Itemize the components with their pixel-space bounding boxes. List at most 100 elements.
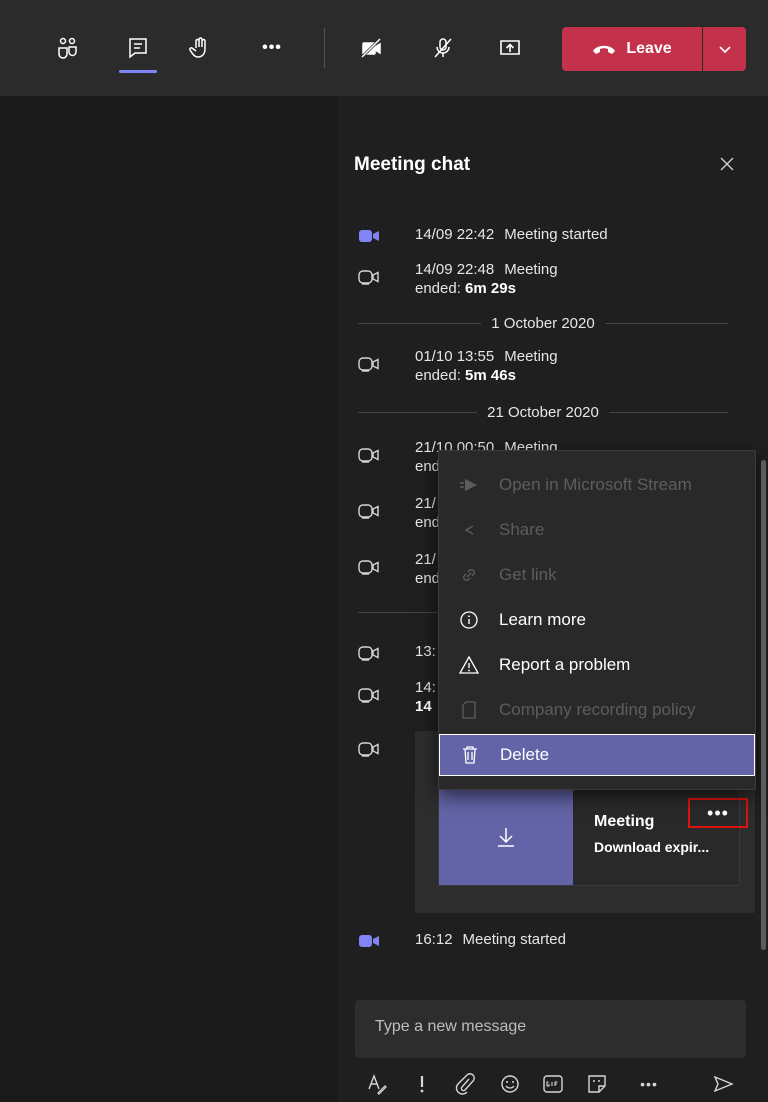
event-text: Meeting started bbox=[504, 226, 608, 243]
emoji-button[interactable] bbox=[497, 1071, 523, 1097]
link-icon bbox=[463, 569, 475, 581]
emoji-icon bbox=[501, 1075, 519, 1093]
paperclip-icon bbox=[455, 1073, 475, 1095]
event-text-cont: ended: bbox=[415, 367, 466, 384]
more-compose-options-button[interactable]: ••• bbox=[636, 1071, 662, 1097]
event-duration: 5m 46s bbox=[465, 367, 516, 384]
menu-item-label: Report a problem bbox=[499, 655, 631, 674]
menu-item-label: Get link bbox=[499, 565, 557, 584]
date-separator-label: 21 October 2020 bbox=[487, 403, 599, 421]
hang-up-icon bbox=[593, 45, 616, 54]
people-button[interactable] bbox=[48, 28, 88, 68]
leave-button[interactable]: Leave bbox=[562, 27, 702, 71]
event-time: 13: bbox=[415, 643, 436, 660]
event-time: 14: bbox=[415, 679, 436, 696]
gif-button[interactable] bbox=[540, 1071, 566, 1097]
event-text: Meeting bbox=[504, 348, 558, 365]
event-text: Meeting bbox=[504, 261, 558, 278]
meeting-ended-icon bbox=[358, 560, 379, 575]
chat-scrollbar[interactable] bbox=[761, 460, 766, 950]
info-icon bbox=[460, 611, 478, 629]
chat-icon bbox=[129, 38, 147, 59]
camera-off-icon bbox=[360, 37, 382, 59]
exclamation-icon bbox=[420, 1076, 424, 1093]
share-screen-icon bbox=[500, 40, 520, 55]
event-time: 01/10 13:55 bbox=[415, 348, 495, 365]
send-icon bbox=[713, 1075, 734, 1093]
close-icon bbox=[720, 157, 734, 171]
meeting-toolbar: ••• Leave bbox=[0, 0, 768, 96]
sticker-button[interactable] bbox=[584, 1071, 610, 1097]
recording-more-options-button[interactable]: ••• bbox=[688, 798, 748, 828]
menu-item-get-link[interactable]: Get link bbox=[439, 553, 755, 597]
menu-item-label: Share bbox=[499, 520, 545, 539]
date-separator-line bbox=[358, 612, 438, 613]
message-input[interactable] bbox=[375, 1018, 715, 1036]
priority-button[interactable] bbox=[409, 1071, 435, 1097]
menu-item-recording-policy[interactable]: Company recording policy bbox=[439, 688, 755, 732]
hand-icon bbox=[189, 37, 206, 58]
menu-item-report-problem[interactable]: Report a problem bbox=[439, 643, 755, 687]
sticker-icon bbox=[588, 1075, 606, 1093]
meeting-started-icon bbox=[359, 230, 379, 242]
menu-item-share[interactable]: Share bbox=[439, 508, 755, 552]
meeting-ended-icon bbox=[358, 646, 379, 661]
download-icon bbox=[498, 828, 514, 847]
menu-item-label: Learn more bbox=[499, 610, 586, 629]
format-button[interactable] bbox=[364, 1071, 390, 1097]
event-time: 21/ bbox=[415, 551, 436, 568]
event-time: 14/09 22:42 bbox=[415, 226, 495, 243]
send-button[interactable] bbox=[710, 1071, 736, 1097]
camera-button[interactable] bbox=[352, 28, 392, 68]
chat-active-indicator bbox=[119, 70, 157, 73]
stream-icon bbox=[460, 479, 477, 491]
leave-options-button[interactable] bbox=[703, 27, 746, 71]
meeting-ended-icon bbox=[358, 270, 379, 285]
people-icon bbox=[58, 37, 77, 59]
meeting-ended-icon bbox=[358, 742, 379, 757]
toolbar-divider bbox=[324, 28, 325, 68]
share-screen-button[interactable] bbox=[490, 28, 530, 68]
event-text-cont: end bbox=[415, 514, 441, 531]
share-icon bbox=[464, 525, 474, 535]
event-text-cont: 14 bbox=[415, 698, 432, 715]
event-text: Meeting started bbox=[462, 931, 566, 948]
chat-button[interactable] bbox=[118, 28, 158, 68]
meeting-ended-icon bbox=[358, 504, 379, 519]
document-icon bbox=[462, 701, 476, 719]
menu-item-learn-more[interactable]: Learn more bbox=[439, 598, 755, 642]
event-text-cont: end bbox=[415, 458, 441, 475]
mic-off-icon bbox=[434, 38, 452, 58]
menu-item-open-in-stream[interactable]: Open in Microsoft Stream bbox=[439, 463, 755, 507]
mic-button[interactable] bbox=[423, 28, 463, 68]
leave-label: Leave bbox=[626, 40, 672, 57]
close-chat-button[interactable] bbox=[715, 152, 739, 176]
menu-item-label: Open in Microsoft Stream bbox=[499, 475, 692, 494]
date-separator-label: 1 October 2020 bbox=[491, 314, 595, 332]
recording-thumbnail[interactable] bbox=[439, 789, 573, 885]
meeting-ended-icon bbox=[358, 688, 379, 703]
event-time: 21/ bbox=[415, 495, 436, 512]
event-text-cont: end bbox=[415, 570, 441, 587]
chat-title: Meeting chat bbox=[354, 154, 471, 175]
compose-box bbox=[355, 1000, 746, 1058]
menu-item-delete[interactable]: Delete bbox=[439, 734, 755, 776]
raise-hand-button[interactable] bbox=[180, 28, 220, 68]
format-icon bbox=[368, 1074, 387, 1095]
event-duration: 6m 29s bbox=[465, 280, 516, 297]
menu-item-label: Delete bbox=[500, 745, 550, 764]
more-actions-button[interactable]: ••• bbox=[252, 28, 292, 68]
event-text-cont: ended: bbox=[415, 280, 466, 297]
meeting-started-icon bbox=[359, 935, 379, 947]
event-time: 16:12 bbox=[415, 931, 453, 948]
context-menu: Open in Microsoft Stream Share Get link … bbox=[438, 450, 756, 790]
attach-button[interactable] bbox=[452, 1071, 478, 1097]
date-separator: 21 October 2020 bbox=[358, 402, 728, 422]
recording-title: Meeting bbox=[594, 813, 655, 830]
chevron-down-icon bbox=[718, 46, 731, 54]
recording-subtitle: Download expir... bbox=[594, 839, 710, 855]
warning-icon bbox=[458, 655, 480, 674]
compose-toolbar: ••• bbox=[0, 1071, 768, 1101]
gif-icon bbox=[543, 1075, 563, 1093]
event-time: 14/09 22:48 bbox=[415, 261, 495, 278]
